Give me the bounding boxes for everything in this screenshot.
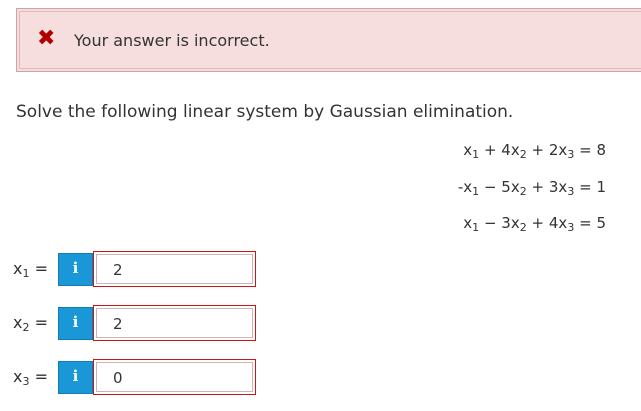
eq2-rhs: 1 <box>596 178 606 196</box>
eq1-term2-coef: 4 <box>501 141 511 159</box>
eq3-term3-var: x <box>558 214 568 232</box>
eq1-op2: + <box>531 141 545 159</box>
answer-label-x3-equals: = <box>34 367 48 386</box>
answer-label-x2: x2 = <box>13 313 48 334</box>
answer-label-x2-equals: = <box>34 313 48 332</box>
question-prompt: Solve the following linear system by Gau… <box>16 102 514 122</box>
eq2-term3-var: x <box>558 178 568 196</box>
answer-value-x3: 0 <box>113 369 123 387</box>
eq1-term3-sub: 3 <box>567 148 575 161</box>
eq1-rhs: 8 <box>596 141 606 159</box>
eq2-term1-sub: 1 <box>472 185 480 198</box>
answer-label-x3-sub: 3 <box>22 375 30 388</box>
answer-input-x3[interactable]: 0 <box>93 359 256 395</box>
answer-label-x2-sub: 2 <box>22 321 30 334</box>
eq1-term2-sub: 2 <box>519 148 527 161</box>
eq1-term1-sub: 1 <box>472 148 480 161</box>
eq2-term3-sub: 3 <box>567 185 575 198</box>
equation-1: x1 + 4x2 + 2x3 = 8 <box>463 141 606 161</box>
eq3-op2: + <box>531 214 545 232</box>
eq1-term1-var: x <box>463 141 473 159</box>
eq1-op1: + <box>483 141 497 159</box>
equation-2: -x1 − 5x2 + 3x3 = 1 <box>458 178 606 198</box>
eq3-rhs: 5 <box>596 214 606 232</box>
eq1-term2-var: x <box>510 141 520 159</box>
eq3-term3-coef: 4 <box>548 214 559 232</box>
eq2-term2-sub: 2 <box>519 185 527 198</box>
eq3-equals: = <box>579 214 592 232</box>
answer-input-x2[interactable]: 2 <box>93 305 256 341</box>
eq3-term1-sub: 1 <box>472 221 480 234</box>
eq2-term1-var: x <box>463 178 473 196</box>
answer-value-x1: 2 <box>113 261 123 279</box>
eq3-op1: − <box>483 214 497 232</box>
eq3-term1-var: x <box>463 214 473 232</box>
eq1-term3-coef: 2 <box>548 141 559 159</box>
equation-3: x1 − 3x2 + 4x3 = 5 <box>463 214 606 234</box>
eq2-equals: = <box>579 178 592 196</box>
answer-input-x1[interactable]: 2 <box>93 251 256 287</box>
eq3-term2-sub: 2 <box>519 221 527 234</box>
info-icon: i <box>72 313 79 331</box>
info-button-x1[interactable]: i <box>58 253 93 286</box>
eq3-term3-sub: 3 <box>567 221 575 234</box>
answer-label-x1-sub: 1 <box>22 267 30 280</box>
eq2-op1: − <box>483 178 497 196</box>
eq1-equals: = <box>579 141 592 159</box>
info-button-x3[interactable]: i <box>58 361 93 394</box>
info-icon: i <box>72 259 79 277</box>
eq2-term3-coef: 3 <box>548 178 559 196</box>
eq2-op2: + <box>531 178 545 196</box>
eq1-term3-var: x <box>558 141 568 159</box>
info-icon: i <box>72 367 79 385</box>
eq2-term2-coef: 5 <box>501 178 511 196</box>
answer-value-x2: 2 <box>113 315 123 333</box>
info-button-x2[interactable]: i <box>58 307 93 340</box>
feedback-message: Your answer is incorrect. <box>74 31 270 50</box>
answer-label-x1-equals: = <box>34 259 48 278</box>
eq3-term2-var: x <box>510 214 520 232</box>
eq2-term2-var: x <box>510 178 520 196</box>
eq3-term2-coef: 3 <box>501 214 511 232</box>
answer-label-x1: x1 = <box>13 259 48 280</box>
x-mark-icon: ✖ <box>37 26 56 51</box>
answer-label-x3: x3 = <box>13 367 48 388</box>
